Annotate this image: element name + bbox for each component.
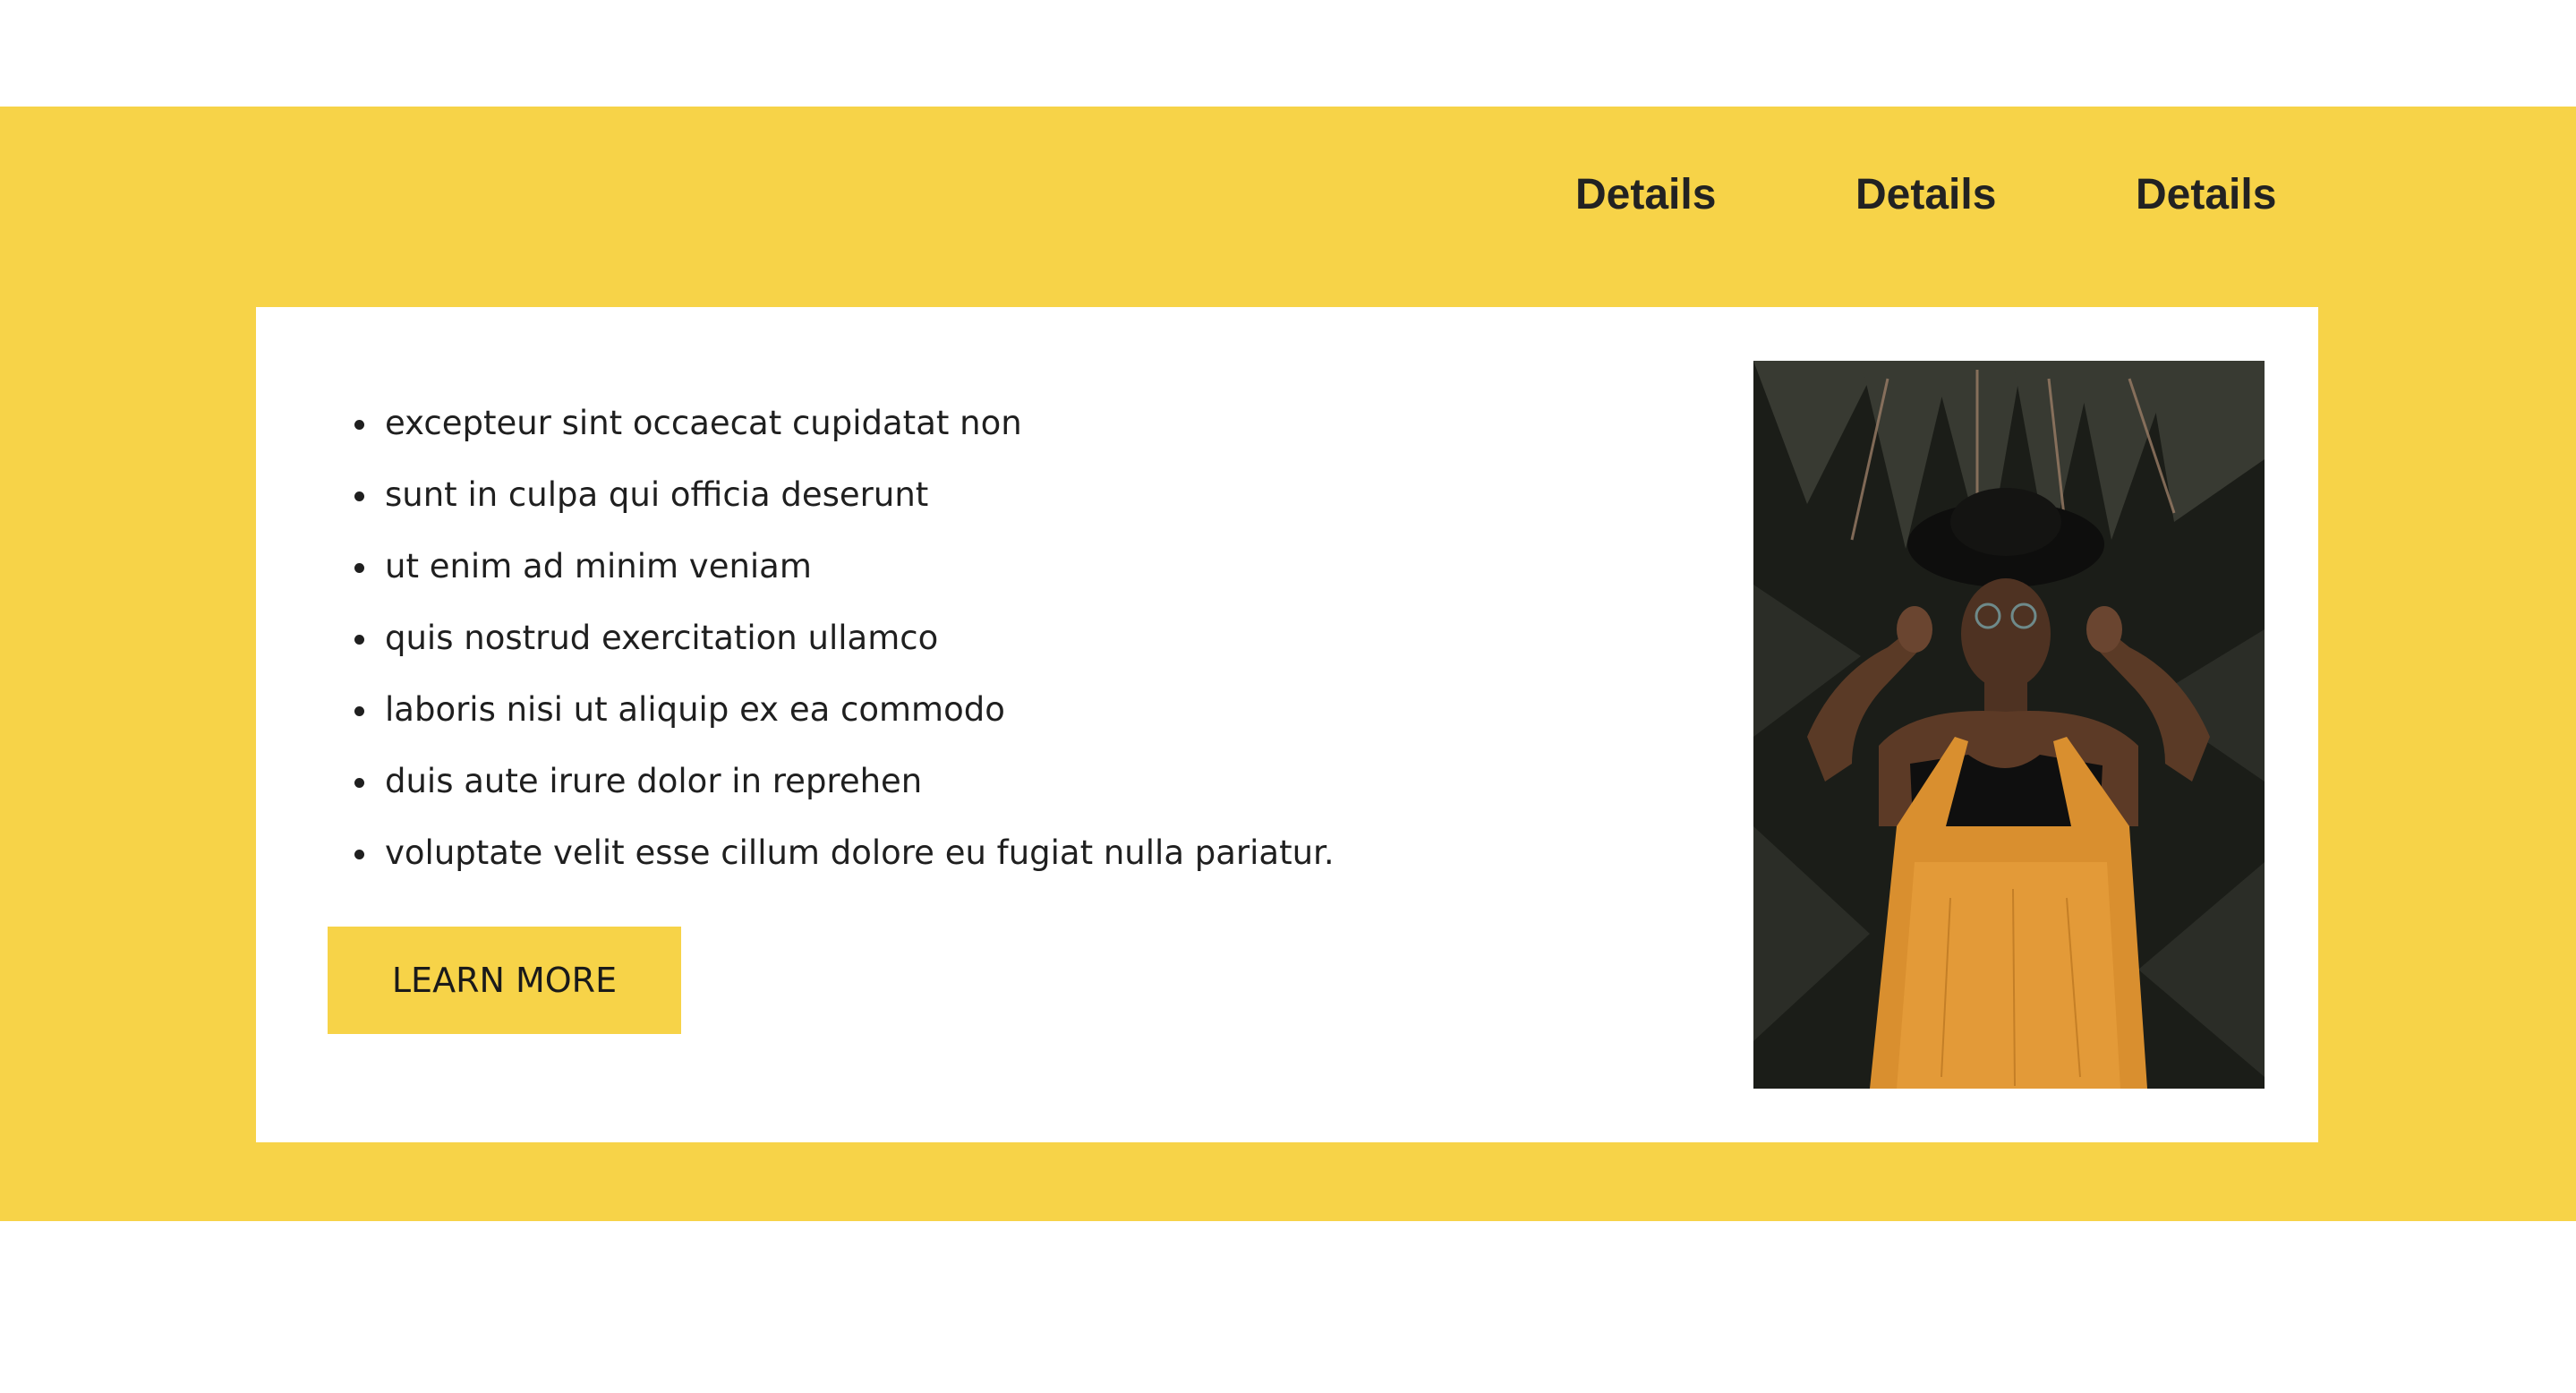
top-nav: Details Details Details [0,164,2576,226]
learn-more-button[interactable]: LEARN MORE [328,927,681,1034]
nav-link-details-3[interactable]: Details [2136,164,2276,226]
feature-text: excepteur sint occaecat cupidatat non [385,404,1022,442]
feature-list: excepteur sint occaecat cupidatat non su… [328,388,1335,889]
nav-link-details-1[interactable]: Details [1575,164,1716,226]
feature-card: excepteur sint occaecat cupidatat non su… [256,307,2318,1142]
feature-text: laboris nisi ut aliquip ex ea commodo [385,690,1005,729]
list-item: ut enim ad minim veniam [328,531,1335,602]
list-item: duis aute irure dolor in reprehen [328,746,1335,817]
bullet-icon [354,778,364,788]
bullet-icon [354,635,364,645]
nav-link-details-2[interactable]: Details [1855,164,1996,226]
bullet-icon [354,850,364,859]
feature-text: quis nostrud exercitation ullamco [385,619,939,657]
list-item: sunt in culpa qui officia deserunt [328,459,1335,531]
feature-text: sunt in culpa qui officia deserunt [385,475,929,514]
bullet-icon [354,706,364,716]
list-item: laboris nisi ut aliquip ex ea commodo [328,674,1335,746]
bullet-icon [354,563,364,573]
portrait-illustration [1753,361,2265,1089]
bullet-icon [354,420,364,430]
list-item: voluptate velit esse cillum dolore eu fu… [328,817,1335,889]
feature-text: ut enim ad minim veniam [385,547,812,585]
bullet-icon [354,491,364,501]
feature-text: voluptate velit esse cillum dolore eu fu… [385,833,1335,872]
portrait-photo [1753,361,2265,1089]
list-item: excepteur sint occaecat cupidatat non [328,388,1335,459]
feature-text: duis aute irure dolor in reprehen [385,762,923,800]
list-item: quis nostrud exercitation ullamco [328,602,1335,674]
